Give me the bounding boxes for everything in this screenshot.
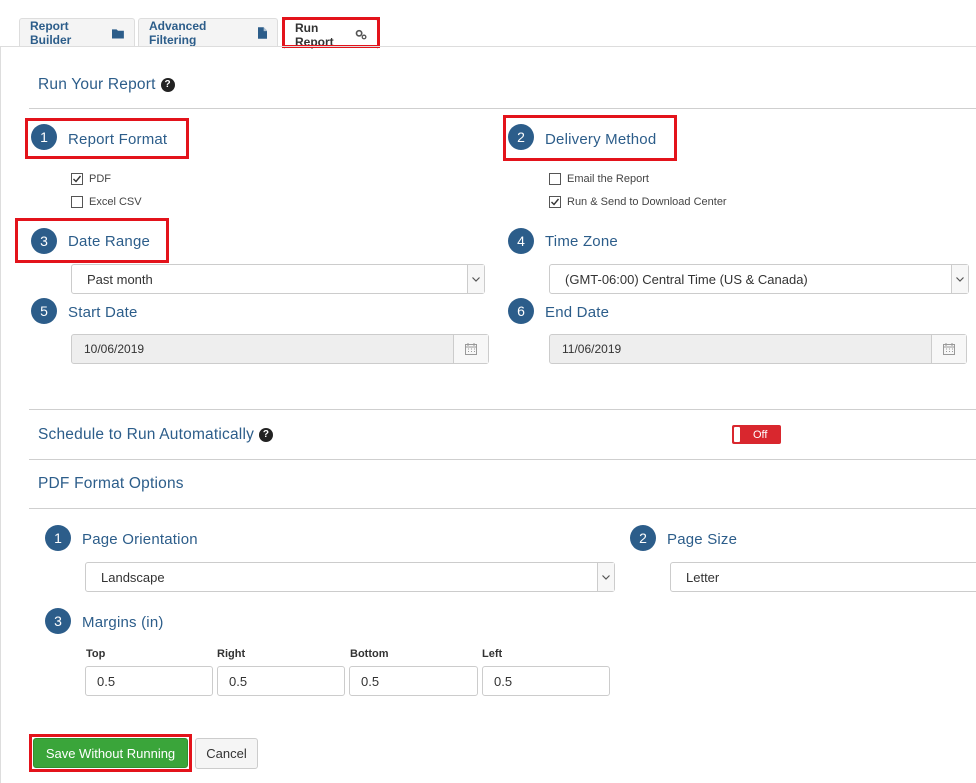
date-range-value: Past month (87, 271, 153, 287)
pdf-option[interactable]: PDF (71, 173, 111, 185)
highlight-box-date-range (15, 218, 169, 263)
highlight-box-save-button (29, 734, 192, 772)
run-your-report-title-text: Run Your Report (38, 76, 156, 93)
time-zone-label: Time Zone (545, 233, 618, 250)
toggle-knob (734, 427, 740, 442)
highlight-box-report-format (25, 118, 189, 159)
tab-report-builder[interactable]: Report Builder (19, 18, 135, 47)
folder-icon (112, 28, 124, 39)
schedule-toggle[interactable]: Off (732, 425, 781, 444)
download-center-option[interactable]: Run & Send to Download Center (549, 196, 727, 208)
margin-left-label: Left (482, 648, 503, 660)
page-orientation-select[interactable]: Landscape (85, 562, 615, 592)
start-date-field[interactable]: 10/06/2019 (71, 334, 489, 364)
margin-bottom-input[interactable]: 0.5 (349, 666, 478, 696)
step-number: 4 (508, 228, 534, 254)
step-number: 3 (45, 608, 71, 634)
margin-left-input[interactable]: 0.5 (482, 666, 610, 696)
margin-right-input[interactable]: 0.5 (217, 666, 345, 696)
checkmark-icon (73, 175, 82, 183)
margin-right-label: Right (217, 648, 246, 660)
tab-bar: Report Builder Advanced Filtering Run Re… (0, 0, 976, 49)
time-zone-value: (GMT-06:00) Central Time (US & Canada) (565, 271, 808, 287)
chevron-down-icon[interactable] (467, 265, 484, 293)
step-number: 5 (31, 298, 57, 324)
excel-csv-option[interactable]: Excel CSV (71, 196, 142, 208)
end-date-field[interactable]: 11/06/2019 (549, 334, 967, 364)
divider (29, 108, 976, 109)
pdf-label: PDF (89, 173, 111, 185)
run-your-report-title: Run Your Report? (38, 76, 175, 94)
schedule-title-text: Schedule to Run Automatically (38, 426, 255, 443)
highlight-box-run-report-tab (282, 17, 380, 48)
email-report-checkbox[interactable] (549, 173, 561, 185)
page-size-select[interactable]: Letter (670, 562, 976, 592)
download-center-checkbox[interactable] (549, 196, 561, 208)
tab-label: Report Builder (30, 19, 72, 47)
time-zone-select[interactable]: (GMT-06:00) Central Time (US & Canada) (549, 264, 969, 294)
pdf-checkbox[interactable] (71, 173, 83, 185)
excel-csv-label: Excel CSV (89, 196, 142, 208)
highlight-box-delivery-method (503, 115, 677, 161)
margin-top-label: Top (86, 648, 106, 660)
margin-bottom-label: Bottom (350, 648, 389, 660)
divider (29, 409, 976, 410)
chevron-down-icon[interactable] (951, 265, 968, 293)
page-size-label: Page Size (667, 531, 738, 548)
help-icon[interactable]: ? (259, 427, 274, 442)
help-icon[interactable]: ? (160, 77, 175, 92)
tab-advanced-filtering[interactable]: Advanced Filtering (138, 18, 278, 47)
toggle-state: Off (753, 428, 768, 441)
tab-label: Advanced Filtering (149, 19, 207, 47)
schedule-title: Schedule to Run Automatically? (38, 426, 274, 444)
start-date-value: 10/06/2019 (84, 342, 145, 356)
file-icon (257, 27, 267, 39)
email-report-option[interactable]: Email the Report (549, 173, 649, 185)
date-range-select[interactable]: Past month (71, 264, 485, 294)
start-date-label: Start Date (68, 304, 138, 321)
page-size-value: Letter (686, 569, 720, 585)
step-number: 2 (630, 525, 656, 551)
divider (29, 508, 976, 509)
cancel-button[interactable]: Cancel (195, 738, 258, 769)
calendar-icon[interactable] (453, 335, 488, 363)
page-orientation-value: Landscape (101, 569, 165, 585)
end-date-value: 11/06/2019 (562, 342, 622, 356)
pdf-options-title: PDF Format Options (38, 475, 184, 492)
checkmark-icon (551, 198, 560, 206)
download-center-label: Run & Send to Download Center (567, 196, 727, 208)
email-report-label: Email the Report (567, 173, 649, 185)
margin-top-input[interactable]: 0.5 (85, 666, 213, 696)
excel-csv-checkbox[interactable] (71, 196, 83, 208)
step-number: 6 (508, 298, 534, 324)
calendar-icon[interactable] (931, 335, 966, 363)
page-orientation-label: Page Orientation (82, 531, 198, 548)
end-date-label: End Date (545, 304, 610, 321)
divider (29, 459, 976, 460)
step-number: 1 (45, 525, 71, 551)
chevron-down-icon[interactable] (597, 563, 614, 591)
margins-label: Margins (in) (82, 614, 164, 631)
